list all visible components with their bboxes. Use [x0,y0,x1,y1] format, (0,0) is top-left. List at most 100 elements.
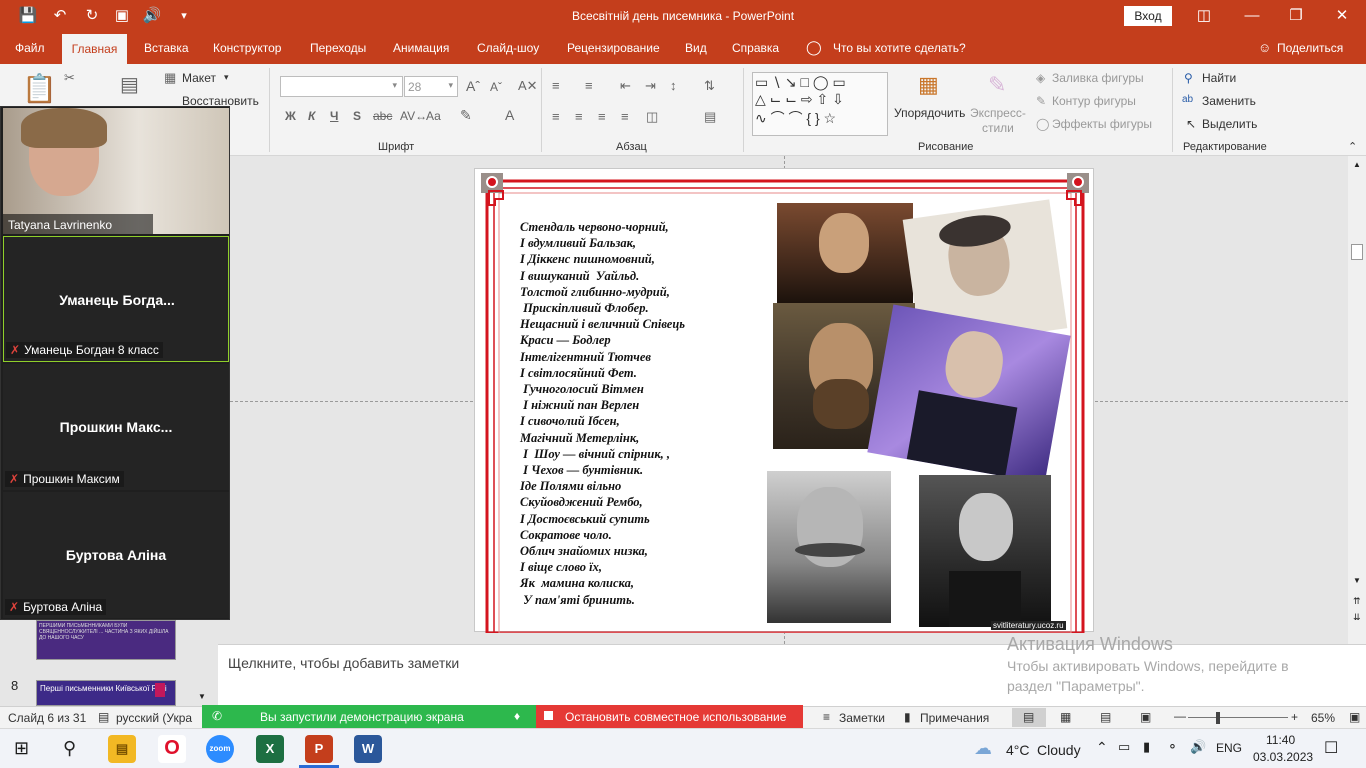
search-icon[interactable]: ⚲ [63,738,76,759]
quick-styles-button[interactable]: Экспресс- стили [970,106,1026,136]
shape-fill-button[interactable]: Заливка фигуры [1052,71,1144,85]
shape-outline-icon[interactable]: ✎ [1036,94,1046,108]
tab-slideshow[interactable]: Слайд-шоу [477,41,539,55]
poem-text[interactable]: Стендаль червоно-чорний, І вдумливий Баль… [520,219,685,608]
font-name-input[interactable]: ▾ [280,76,403,97]
zoom-level[interactable]: 65% [1311,711,1335,725]
word-icon[interactable]: W [354,735,382,763]
microphone-icon[interactable]: ▮ [1143,739,1150,755]
scroll-down-icon[interactable]: ▼ [198,692,206,701]
language-indicator[interactable]: русский (Укра [116,711,202,725]
slide-thumbnail-8[interactable]: Перші письменники Київської Русі [36,680,176,706]
slide-thumbnail-7[interactable]: ПЕРШИМИ ПИСЬМЕННИКАМИ БУЛИ СВЯЩЕННОСЛУЖИ… [36,620,176,660]
shape-outline-button[interactable]: Контур фигуры [1052,94,1136,108]
columns-icon[interactable]: ◫ [646,109,658,125]
paste-icon[interactable]: 📋 [22,72,57,105]
notes-toggle[interactable]: Заметки [839,711,885,725]
font-color-button[interactable]: A [505,107,514,123]
text-direction-icon[interactable]: ⇅ [704,78,715,94]
stop-share-button[interactable]: Остановить совместное использование [536,705,803,728]
previous-slide-icon[interactable]: ⇈ [1353,596,1361,607]
weather-temp[interactable]: 4°C [1006,742,1030,758]
participant-tile[interactable]: Прошкин Макс... ✗ Прошкин Максим [3,364,229,490]
zoom-out-icon[interactable]: — [1174,709,1186,723]
file-explorer-icon[interactable]: ▤ [108,735,136,763]
chevron-up-icon[interactable]: ⌃ [1096,739,1108,756]
minimize-icon[interactable]: — [1232,4,1272,28]
cursor-icon[interactable]: ↖ [1186,117,1196,131]
powerpoint-icon[interactable]: P [305,735,333,763]
bold-button[interactable]: Ж [285,109,296,123]
notes-placeholder[interactable]: Щелкните, чтобы добавить заметки [228,655,459,671]
align-center-icon[interactable]: ≡ [575,109,583,124]
cloud-icon[interactable]: ☁ [974,738,992,759]
replace-button[interactable]: Заменить [1202,94,1256,108]
fit-slide-icon[interactable]: ▣ [1349,710,1360,724]
windows-start-icon[interactable]: ⊞ [14,738,29,759]
wifi-icon[interactable]: ⚬ [1167,739,1178,755]
layout-icon[interactable]: ▦ [164,70,176,86]
arrange-button[interactable]: Упорядочить [894,106,965,120]
change-case-button[interactable]: Аа [426,109,441,123]
zoom-slider[interactable] [1188,717,1288,718]
justify-icon[interactable]: ≡ [621,109,629,124]
tab-file[interactable]: Файл [15,41,45,55]
comments-toggle[interactable]: Примечания [920,711,989,725]
tab-transitions[interactable]: Переходы [310,41,366,55]
align-text-icon[interactable]: ▤ [704,109,716,125]
tab-home[interactable]: Главная [62,34,127,64]
participant-tile[interactable]: Tatyana Lavrinenko [3,108,229,234]
font-size-input[interactable]: 28 ▾ [404,76,458,97]
scroll-down-icon[interactable]: ▼ [1353,576,1361,585]
quick-styles-icon[interactable]: ✎ [988,72,1006,98]
slide-sorter-icon[interactable]: ▦ [1060,710,1071,724]
tab-help[interactable]: Справка [732,41,779,55]
shape-fill-icon[interactable]: ◈ [1036,71,1045,85]
participant-tile[interactable]: Буртова Аліна ✗ Буртова Аліна [3,492,229,618]
zoom-app-icon[interactable]: zoom [206,735,234,763]
clock-date[interactable]: 03.03.2023 [1253,750,1313,764]
next-slide-icon[interactable]: ⇊ [1353,612,1361,623]
restore-icon[interactable]: ❐ [1276,4,1316,28]
shape-effects-icon[interactable]: ◯ [1036,117,1049,131]
vertical-scrollbar[interactable]: ▲ ▼ ⇈ ⇊ [1348,156,1366,644]
shadow-button[interactable]: S [353,109,361,123]
clock-time[interactable]: 11:40 [1266,733,1295,747]
strikethrough-button[interactable]: abc [373,109,392,123]
slideshow-icon[interactable]: ▣ [1140,710,1151,724]
zoom-participants-panel[interactable]: Tatyana Lavrinenko Уманець Богда... ✗ Ума… [0,106,230,620]
participant-tile-active[interactable]: Уманець Богда... ✗ Уманець Богдан 8 класс [3,236,229,362]
highlight-icon[interactable]: ✎ [460,107,472,124]
spacing-icon[interactable]: AV↔ [400,109,427,123]
clear-format-icon[interactable]: A✕ [518,78,538,94]
shapes-gallery[interactable]: ▭ ∖ ↘ □ ◯ ▭ △ ⌙ ⌙ ⇨ ⇧ ⇩ ∿ ⌒ ⌒ { } ☆ [752,72,888,136]
grow-font-icon[interactable]: Aˆ [466,78,480,94]
shape-effects-button[interactable]: Эффекты фигуры [1052,117,1152,131]
scroll-thumb[interactable] [1351,244,1363,260]
line-spacing-icon[interactable]: ↕ [670,78,677,93]
input-language[interactable]: ENG [1216,741,1242,755]
notes-icon[interactable]: ≡ [823,710,830,724]
weather-desc[interactable]: Cloudy [1037,742,1081,758]
slide-canvas[interactable]: Стендаль червоно-чорний, І вдумливий Баль… [474,168,1094,633]
tab-insert[interactable]: Вставка [144,41,189,55]
bullets-icon[interactable]: ≡ [552,78,560,93]
underline-button[interactable]: Ч [330,109,338,123]
select-button[interactable]: Выделить [1202,117,1257,131]
replace-icon[interactable]: ab [1182,94,1193,105]
comment-icon[interactable]: ▮ [904,710,911,724]
ribbon-display-icon[interactable]: ◫ [1184,4,1224,28]
layout-button[interactable]: Макет [182,71,216,85]
collapse-ribbon-icon[interactable]: ⌃ [1348,140,1357,153]
zoom-in-icon[interactable]: + [1291,710,1298,724]
notes-pane[interactable]: Щелкните, чтобы добавить заметки [218,644,1366,706]
notification-icon[interactable]: ☐ [1324,738,1338,758]
reading-view-icon[interactable]: ▤ [1100,710,1111,724]
opera-icon[interactable]: O [158,735,186,763]
decrease-indent-icon[interactable]: ⇤ [620,78,631,94]
tab-view[interactable]: Вид [685,41,707,55]
excel-icon[interactable]: X [256,735,284,763]
close-icon[interactable]: ✕ [1322,4,1362,28]
scroll-up-icon[interactable]: ▲ [1353,160,1361,169]
cut-icon[interactable]: ✂ [64,70,75,86]
